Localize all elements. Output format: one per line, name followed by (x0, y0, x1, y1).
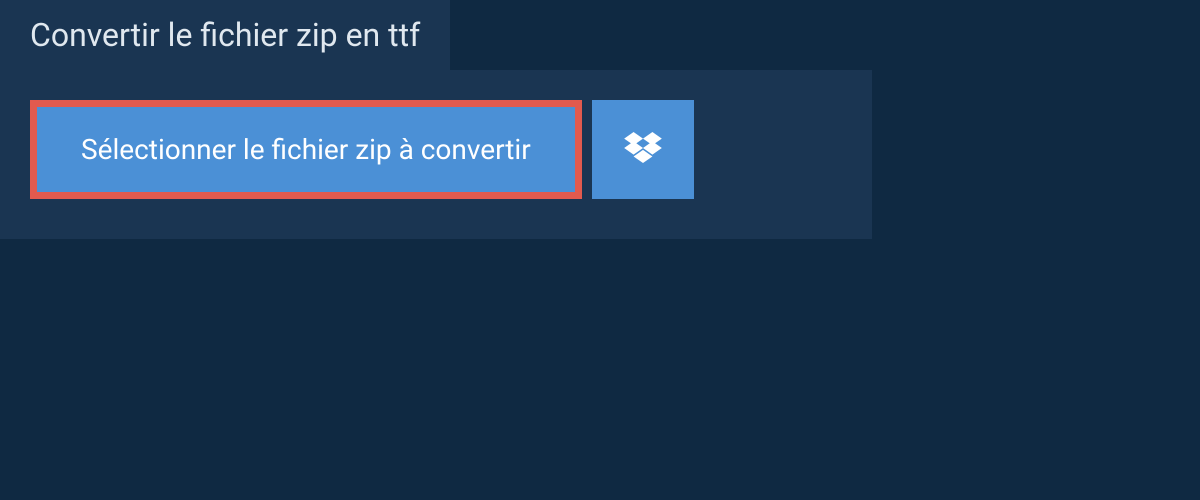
dropbox-icon (624, 132, 662, 167)
main-panel: Sélectionner le fichier zip à convertir (0, 70, 872, 239)
select-file-button[interactable]: Sélectionner le fichier zip à convertir (37, 107, 575, 192)
page-title: Convertir le fichier zip en ttf (30, 16, 420, 54)
header-bar: Convertir le fichier zip en ttf (0, 0, 450, 70)
select-file-label: Sélectionner le fichier zip à convertir (81, 133, 531, 166)
button-row: Sélectionner le fichier zip à convertir (30, 100, 854, 199)
dropbox-button[interactable] (592, 100, 694, 199)
select-file-highlight-border: Sélectionner le fichier zip à convertir (30, 100, 582, 199)
